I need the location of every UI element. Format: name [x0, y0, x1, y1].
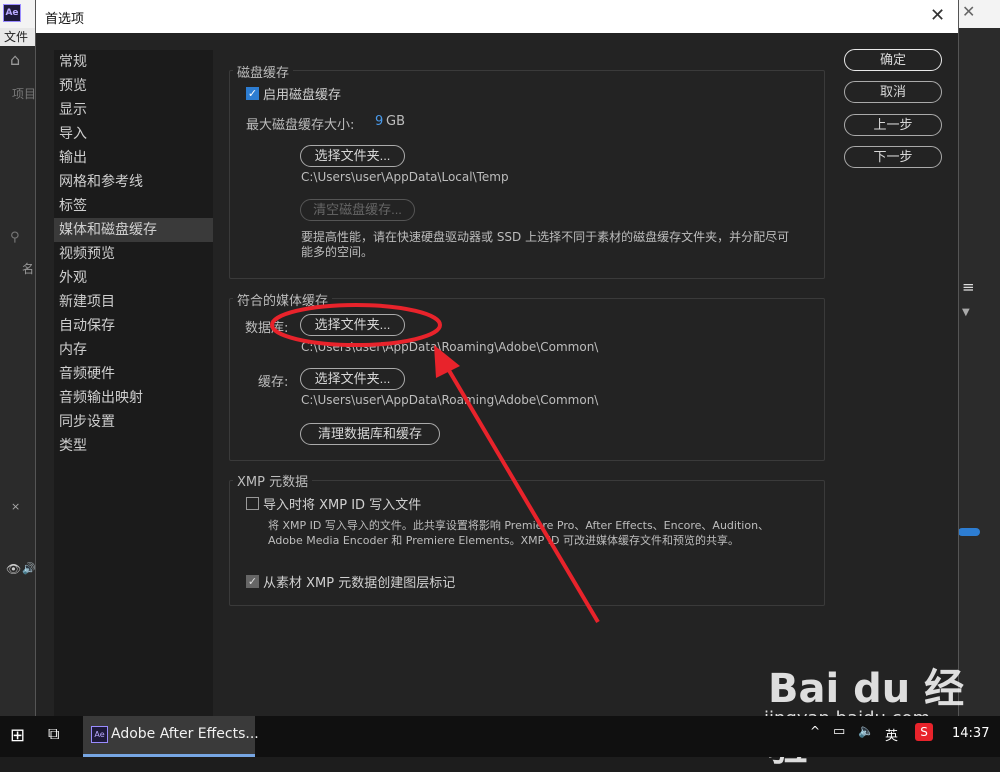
network-icon[interactable]: ▭: [833, 724, 845, 739]
app-left-panel: [0, 46, 35, 716]
volume-icon[interactable]: 🔈: [858, 724, 874, 739]
home-icon[interactable]: ⌂: [10, 50, 20, 69]
project-panel-label: 项目: [12, 87, 37, 101]
ae-app-icon: Ae: [3, 4, 21, 22]
scroll-slider[interactable]: [958, 528, 980, 536]
ae-taskbar-icon: Ae: [91, 726, 108, 743]
taskbar-app-label: Adobe After Effects...: [111, 726, 259, 742]
annotation-arrow-head: [434, 345, 460, 378]
speaker-icon[interactable]: 🔊: [22, 562, 36, 575]
tray-expand-icon[interactable]: ^: [810, 724, 820, 738]
windows-start-icon[interactable]: ⊞: [10, 725, 25, 746]
task-view-icon[interactable]: ⧉: [48, 724, 59, 744]
preferences-dialog: 首选项 ✕ 常规 预览 显示 导入 输出 网格和参考线 标签 媒体和磁盘缓存 视…: [35, 0, 959, 716]
app-close-icon[interactable]: ✕: [962, 2, 975, 21]
eye-icon[interactable]: 👁: [6, 562, 21, 576]
annotation-arrow-shaft: [442, 360, 600, 624]
sogou-ime-icon[interactable]: S: [915, 723, 933, 741]
taskbar-clock[interactable]: 14:37: [952, 726, 989, 741]
annotation-overlay: [270, 303, 600, 624]
annotation-ellipse: [270, 303, 442, 347]
dropdown-arrow-icon[interactable]: ▼: [962, 307, 970, 318]
app-right-panel: [958, 28, 1000, 716]
search-icon[interactable]: ⚲: [10, 230, 20, 245]
ime-indicator[interactable]: 英: [885, 725, 898, 744]
timeline-close-icon[interactable]: ×: [11, 500, 20, 513]
menu-lines-icon[interactable]: ≡: [962, 278, 975, 296]
name-column-label: 名: [22, 262, 35, 276]
